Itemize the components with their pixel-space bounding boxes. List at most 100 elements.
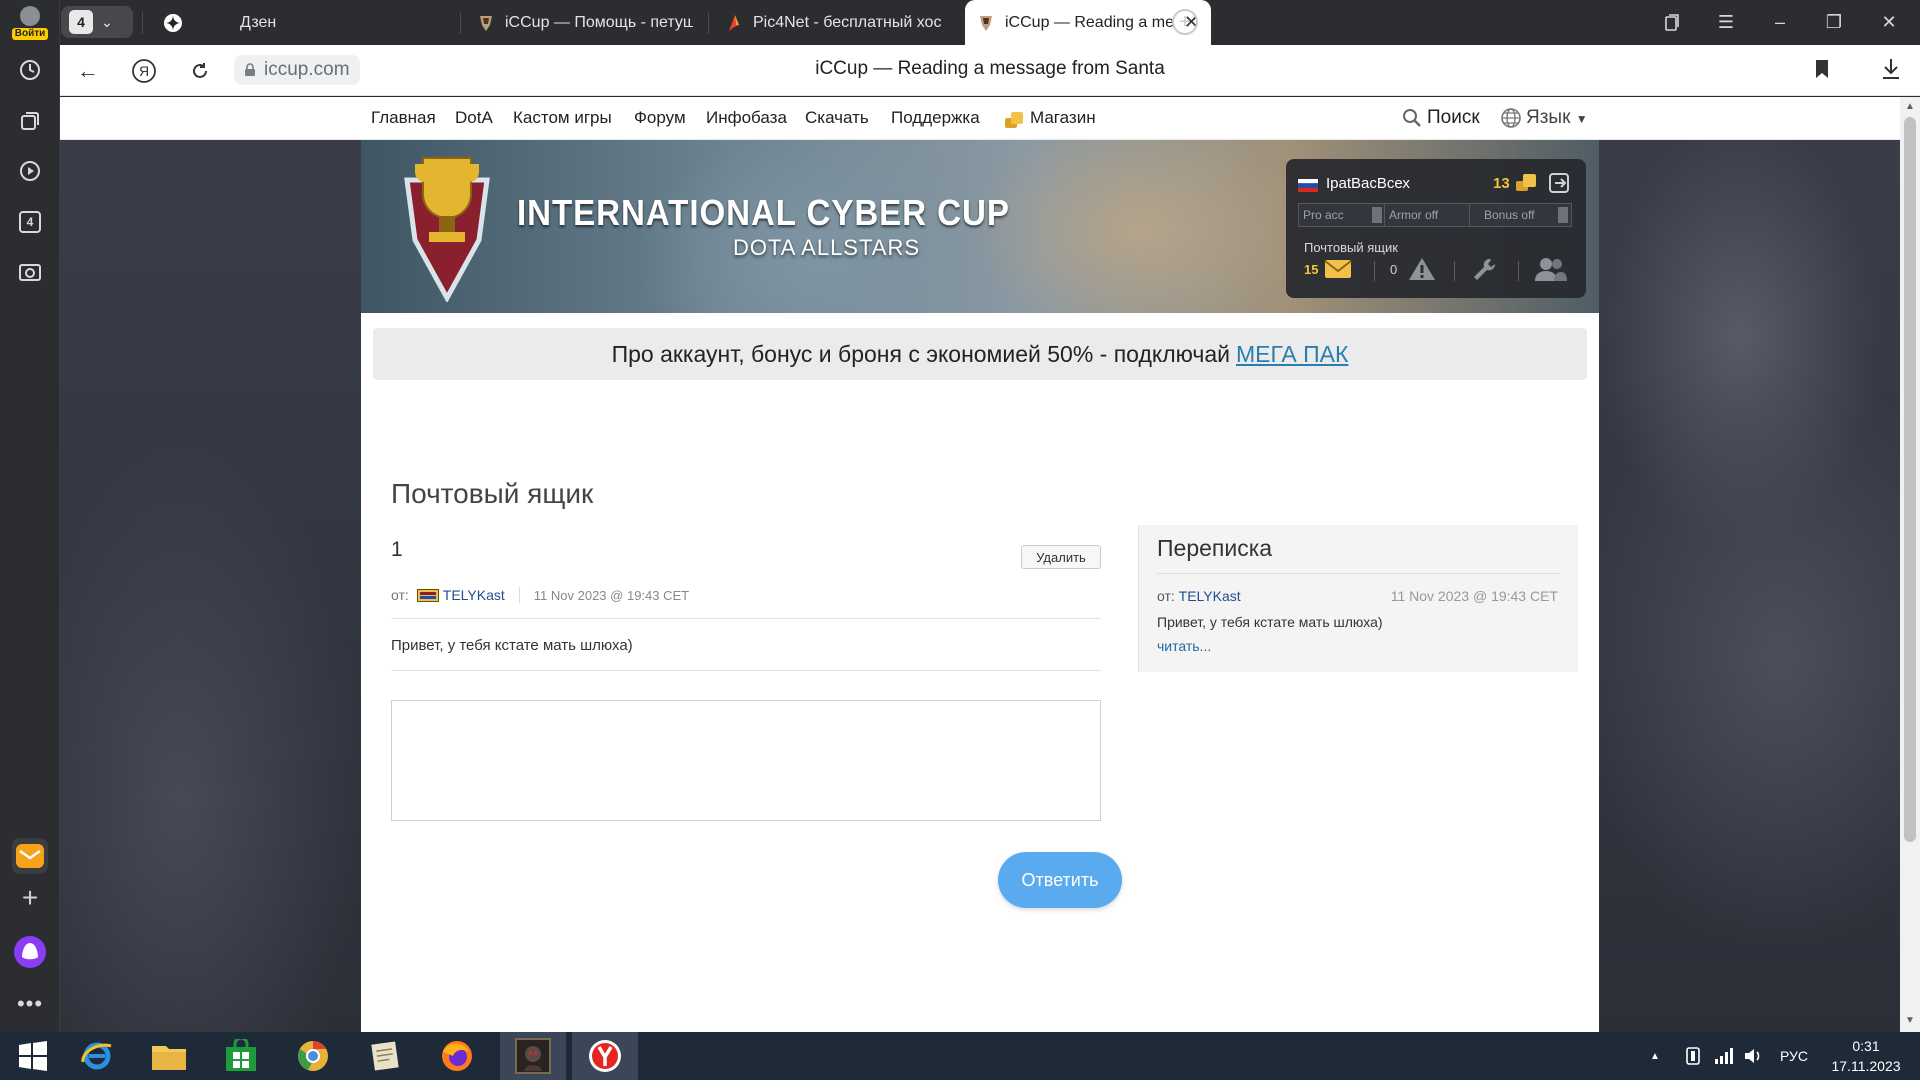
- rank-badge-icon: [416, 588, 439, 602]
- download-icon[interactable]: [1880, 57, 1902, 81]
- close-window-icon[interactable]: ✕: [1866, 0, 1912, 45]
- internet-explorer-icon[interactable]: [64, 1032, 130, 1080]
- sender-link[interactable]: TELYKast: [443, 587, 505, 603]
- warning-icon[interactable]: [1408, 256, 1436, 282]
- language-select[interactable]: Язык ▼: [1526, 107, 1588, 129]
- from-label: от:: [391, 587, 409, 603]
- scroll-up-icon[interactable]: ▲: [1905, 101, 1915, 112]
- video-icon[interactable]: [12, 153, 48, 189]
- login-label: Войти: [11, 28, 49, 40]
- search-link[interactable]: Поиск: [1427, 107, 1480, 129]
- nav-forum[interactable]: Форум: [634, 108, 686, 128]
- clock-time: 0:31: [1852, 1038, 1880, 1054]
- zen-icon: [164, 13, 182, 32]
- scrollbar-thumb[interactable]: [1904, 117, 1916, 842]
- nav-dota[interactable]: DotA: [455, 108, 493, 128]
- avatar-icon: [20, 6, 40, 26]
- from-label: от:: [1157, 588, 1175, 604]
- wrench-icon[interactable]: [1470, 256, 1498, 282]
- sender-link[interactable]: TELYKast: [1179, 588, 1241, 604]
- toggle-label: Pro acc: [1303, 208, 1344, 222]
- language-label: Язык: [1526, 107, 1571, 128]
- divider: [1157, 573, 1561, 574]
- promo-banner: Про аккаунт, бонус и броня с экономией 5…: [373, 328, 1587, 380]
- system-clock[interactable]: 0:31 17.11.2023: [1818, 1036, 1914, 1076]
- pic4net-icon: [725, 14, 743, 32]
- warnings-count: 0: [1390, 262, 1398, 277]
- game-client-icon[interactable]: [500, 1032, 566, 1080]
- file-explorer-icon[interactable]: [136, 1032, 202, 1080]
- logout-icon[interactable]: [1548, 172, 1570, 194]
- friends-icon[interactable]: [1534, 256, 1568, 282]
- nav-support[interactable]: Поддержка: [891, 108, 980, 128]
- login-button[interactable]: Войти: [8, 4, 52, 42]
- tab-label: iCCup — Помощь - петуш: [505, 13, 693, 31]
- nav-custom-games[interactable]: Кастом игры: [513, 108, 612, 128]
- more-icon[interactable]: •••: [12, 986, 48, 1022]
- restore-icon[interactable]: ❐: [1811, 0, 1857, 45]
- search-icon[interactable]: [1402, 108, 1422, 128]
- page-title: iCCup — Reading a message from Santa: [815, 58, 1165, 79]
- promo-text: Про аккаунт, бонус и броня с экономией 5…: [611, 340, 1230, 367]
- volume-icon[interactable]: [1744, 1032, 1764, 1080]
- tab-label: Дзен: [240, 13, 277, 31]
- message-date: 11 Nov 2023 @ 19:43 CET: [533, 587, 690, 603]
- bookmark-icon[interactable]: [1815, 59, 1829, 79]
- reply-textarea[interactable]: [391, 700, 1101, 821]
- message-subject: 1: [391, 538, 403, 561]
- tabs-counter-icon[interactable]: 4: [12, 204, 48, 240]
- store-icon[interactable]: [208, 1032, 274, 1080]
- alice-icon[interactable]: [12, 934, 48, 970]
- main-content: INTERNATIONAL CYBER CUP DOTA ALLSTARS Ip…: [361, 140, 1599, 1032]
- envelope-icon[interactable]: [1324, 259, 1352, 279]
- promo-link[interactable]: МЕГА ПАК: [1236, 341, 1348, 368]
- start-icon[interactable]: [0, 1032, 66, 1080]
- read-more-link[interactable]: читать...: [1157, 638, 1211, 654]
- coins-icon: [1005, 112, 1023, 128]
- iccup-icon: [477, 14, 495, 32]
- toggle-switch: [1558, 207, 1568, 223]
- mailbox-heading: Почтовый ящик: [391, 478, 594, 509]
- caret-down-icon: ▼: [1575, 112, 1588, 126]
- new-tab-button[interactable]: +: [1172, 9, 1198, 35]
- tab-count: 4: [69, 10, 93, 34]
- add-icon[interactable]: +: [12, 880, 48, 916]
- pro-acc-toggle[interactable]: Pro acc: [1298, 203, 1386, 227]
- conversation-title: Переписка: [1157, 535, 1273, 561]
- nav-home[interactable]: Главная: [371, 108, 436, 128]
- mail-app-icon[interactable]: [12, 838, 48, 874]
- minimize-icon[interactable]: –: [1757, 0, 1803, 45]
- tray-expand-icon[interactable]: ▲: [1650, 1032, 1660, 1080]
- chrome-like-icon[interactable]: [280, 1032, 346, 1080]
- tab-counter-button[interactable]: 4 ⌄: [61, 6, 133, 38]
- history-icon[interactable]: [12, 52, 48, 88]
- collections-icon[interactable]: [12, 103, 48, 139]
- yandex-browser-icon[interactable]: [572, 1032, 638, 1080]
- page-scrollbar[interactable]: ▲ ▼: [1900, 97, 1920, 1032]
- username[interactable]: IpatВасВсех: [1326, 175, 1410, 192]
- tab-zen[interactable]: Дзен: [152, 0, 457, 45]
- toggle-label: Bonus off: [1484, 208, 1535, 222]
- cup-logo-icon[interactable]: [397, 152, 497, 302]
- delete-button[interactable]: Удалить: [1021, 545, 1101, 569]
- nav-download[interactable]: Скачать: [805, 108, 869, 128]
- screenshot-icon[interactable]: [12, 254, 48, 290]
- nav-shop[interactable]: Магазин: [1030, 108, 1096, 128]
- reply-button[interactable]: Ответить: [998, 852, 1122, 908]
- chevron-down-icon: ⌄: [101, 13, 113, 30]
- notepad-icon[interactable]: [352, 1032, 418, 1080]
- banner-title: INTERNATIONAL CYBER CUP: [517, 192, 1010, 233]
- network-icon[interactable]: [1714, 1032, 1734, 1080]
- tray-device-icon[interactable]: [1684, 1032, 1702, 1080]
- nav-infobase[interactable]: Инфобаза: [706, 108, 787, 128]
- tab-iccup-help[interactable]: iCCup — Помощь - петуш: [465, 0, 705, 45]
- menu-icon[interactable]: ☰: [1703, 0, 1749, 45]
- firefox-icon[interactable]: [424, 1032, 490, 1080]
- bonus-toggle[interactable]: Bonus off: [1469, 203, 1572, 227]
- browser-sidebar: Войти 4 + •••: [0, 0, 60, 1032]
- scroll-down-icon[interactable]: ▼: [1905, 1015, 1915, 1026]
- tab-pic4net[interactable]: Pic4Net - бесплатный хост: [713, 0, 953, 45]
- conversation-preview: Привет, у тебя кстате мать шлюха): [1157, 614, 1383, 630]
- input-language[interactable]: РУС: [1780, 1032, 1808, 1080]
- reading-list-icon[interactable]: [1649, 0, 1695, 45]
